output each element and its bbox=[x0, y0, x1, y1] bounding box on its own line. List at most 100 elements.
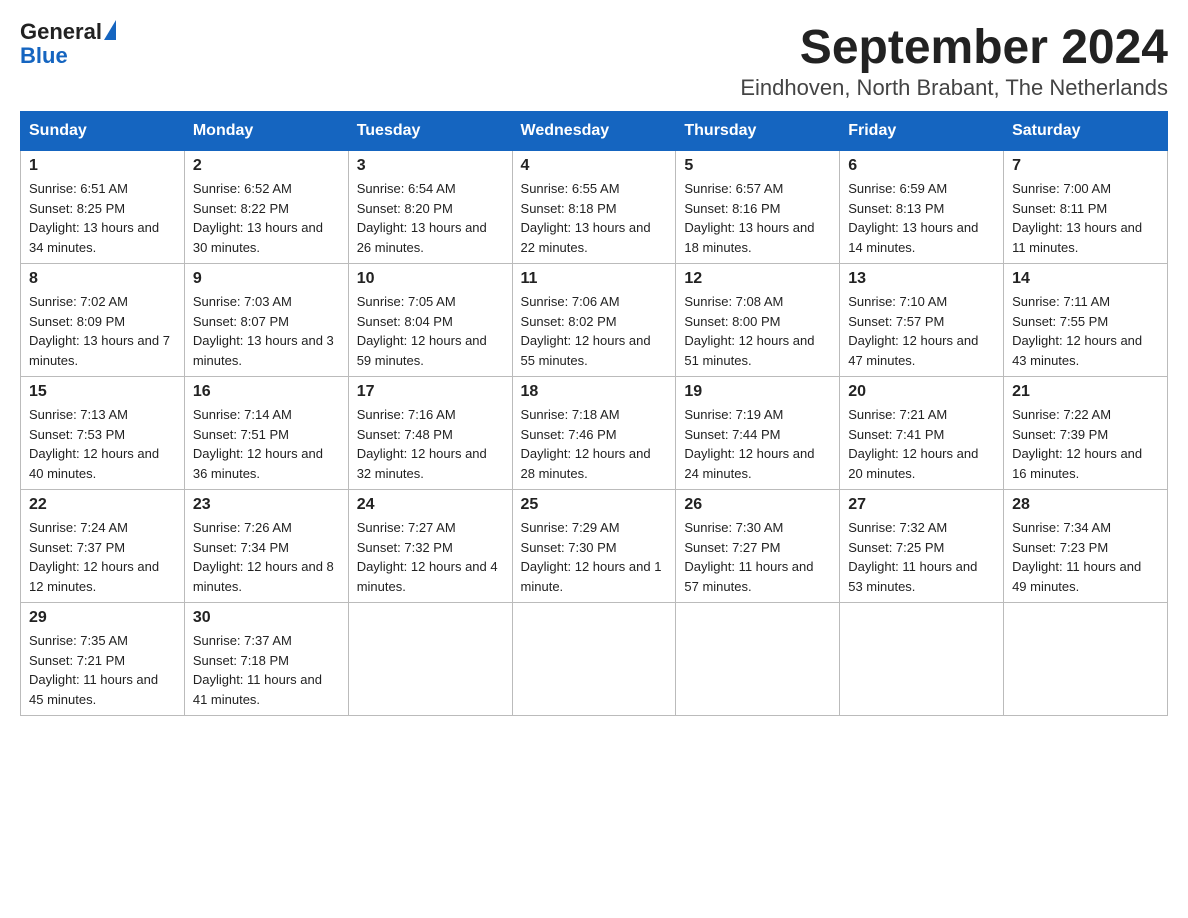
day-number: 27 bbox=[848, 496, 995, 514]
day-number: 20 bbox=[848, 383, 995, 401]
sunrise-label: Sunrise: 7:08 AM bbox=[684, 294, 783, 309]
day-info: Sunrise: 7:00 AM Sunset: 8:11 PM Dayligh… bbox=[1012, 179, 1159, 257]
day-number: 8 bbox=[29, 270, 176, 288]
day-number: 25 bbox=[521, 496, 668, 514]
calendar-day-cell: 11 Sunrise: 7:06 AM Sunset: 8:02 PM Dayl… bbox=[512, 264, 676, 377]
daylight-label: Daylight: 13 hours and 22 minutes. bbox=[521, 220, 651, 255]
title-area: September 2024 Eindhoven, North Brabant,… bbox=[740, 20, 1168, 101]
calendar-day-cell: 21 Sunrise: 7:22 AM Sunset: 7:39 PM Dayl… bbox=[1004, 377, 1168, 490]
calendar-day-cell: 12 Sunrise: 7:08 AM Sunset: 8:00 PM Dayl… bbox=[676, 264, 840, 377]
day-info: Sunrise: 7:22 AM Sunset: 7:39 PM Dayligh… bbox=[1012, 405, 1159, 483]
daylight-label: Daylight: 13 hours and 3 minutes. bbox=[193, 333, 334, 368]
header: General Blue September 2024 Eindhoven, N… bbox=[20, 20, 1168, 101]
day-number: 2 bbox=[193, 157, 340, 175]
logo-text-blue: Blue bbox=[20, 44, 116, 68]
sunrise-label: Sunrise: 7:03 AM bbox=[193, 294, 292, 309]
sunset-label: Sunset: 8:11 PM bbox=[1012, 201, 1107, 216]
daylight-label: Daylight: 12 hours and 16 minutes. bbox=[1012, 446, 1142, 481]
day-info: Sunrise: 7:02 AM Sunset: 8:09 PM Dayligh… bbox=[29, 292, 176, 370]
sunset-label: Sunset: 8:16 PM bbox=[684, 201, 780, 216]
sunset-label: Sunset: 7:57 PM bbox=[848, 314, 944, 329]
calendar-day-cell bbox=[348, 603, 512, 716]
day-info: Sunrise: 7:30 AM Sunset: 7:27 PM Dayligh… bbox=[684, 518, 831, 596]
sunrise-label: Sunrise: 7:18 AM bbox=[521, 407, 620, 422]
day-info: Sunrise: 7:11 AM Sunset: 7:55 PM Dayligh… bbox=[1012, 292, 1159, 370]
day-number: 16 bbox=[193, 383, 340, 401]
logo-text-general: General bbox=[20, 20, 102, 44]
calendar-header-row: SundayMondayTuesdayWednesdayThursdayFrid… bbox=[21, 112, 1168, 151]
day-info: Sunrise: 7:10 AM Sunset: 7:57 PM Dayligh… bbox=[848, 292, 995, 370]
daylight-label: Daylight: 13 hours and 18 minutes. bbox=[684, 220, 814, 255]
daylight-label: Daylight: 11 hours and 57 minutes. bbox=[684, 559, 813, 594]
calendar-day-cell: 3 Sunrise: 6:54 AM Sunset: 8:20 PM Dayli… bbox=[348, 151, 512, 264]
day-number: 3 bbox=[357, 157, 504, 175]
sunset-label: Sunset: 7:30 PM bbox=[521, 540, 617, 555]
sunset-label: Sunset: 7:34 PM bbox=[193, 540, 289, 555]
calendar-day-cell: 24 Sunrise: 7:27 AM Sunset: 7:32 PM Dayl… bbox=[348, 490, 512, 603]
calendar-day-cell: 27 Sunrise: 7:32 AM Sunset: 7:25 PM Dayl… bbox=[840, 490, 1004, 603]
calendar-day-cell: 2 Sunrise: 6:52 AM Sunset: 8:22 PM Dayli… bbox=[184, 151, 348, 264]
sunrise-label: Sunrise: 7:05 AM bbox=[357, 294, 456, 309]
day-number: 23 bbox=[193, 496, 340, 514]
calendar-week-row: 1 Sunrise: 6:51 AM Sunset: 8:25 PM Dayli… bbox=[21, 151, 1168, 264]
daylight-label: Daylight: 12 hours and 43 minutes. bbox=[1012, 333, 1142, 368]
calendar-day-cell: 6 Sunrise: 6:59 AM Sunset: 8:13 PM Dayli… bbox=[840, 151, 1004, 264]
sunrise-label: Sunrise: 7:24 AM bbox=[29, 520, 128, 535]
calendar-table: SundayMondayTuesdayWednesdayThursdayFrid… bbox=[20, 111, 1168, 716]
sunset-label: Sunset: 7:23 PM bbox=[1012, 540, 1108, 555]
daylight-label: Daylight: 13 hours and 11 minutes. bbox=[1012, 220, 1142, 255]
daylight-label: Daylight: 13 hours and 34 minutes. bbox=[29, 220, 159, 255]
day-number: 24 bbox=[357, 496, 504, 514]
calendar-day-cell: 18 Sunrise: 7:18 AM Sunset: 7:46 PM Dayl… bbox=[512, 377, 676, 490]
calendar-day-cell: 29 Sunrise: 7:35 AM Sunset: 7:21 PM Dayl… bbox=[21, 603, 185, 716]
daylight-label: Daylight: 12 hours and 4 minutes. bbox=[357, 559, 498, 594]
day-info: Sunrise: 7:16 AM Sunset: 7:48 PM Dayligh… bbox=[357, 405, 504, 483]
location-title: Eindhoven, North Brabant, The Netherland… bbox=[740, 75, 1168, 101]
calendar-day-cell: 13 Sunrise: 7:10 AM Sunset: 7:57 PM Dayl… bbox=[840, 264, 1004, 377]
daylight-label: Daylight: 12 hours and 51 minutes. bbox=[684, 333, 814, 368]
calendar-week-row: 15 Sunrise: 7:13 AM Sunset: 7:53 PM Dayl… bbox=[21, 377, 1168, 490]
calendar-day-cell: 23 Sunrise: 7:26 AM Sunset: 7:34 PM Dayl… bbox=[184, 490, 348, 603]
sunset-label: Sunset: 7:53 PM bbox=[29, 427, 125, 442]
day-number: 11 bbox=[521, 270, 668, 288]
day-number: 10 bbox=[357, 270, 504, 288]
day-number: 6 bbox=[848, 157, 995, 175]
calendar-day-cell bbox=[1004, 603, 1168, 716]
calendar-day-cell: 8 Sunrise: 7:02 AM Sunset: 8:09 PM Dayli… bbox=[21, 264, 185, 377]
sunset-label: Sunset: 8:20 PM bbox=[357, 201, 453, 216]
sunset-label: Sunset: 7:51 PM bbox=[193, 427, 289, 442]
sunset-label: Sunset: 8:13 PM bbox=[848, 201, 944, 216]
sunset-label: Sunset: 8:09 PM bbox=[29, 314, 125, 329]
day-number: 9 bbox=[193, 270, 340, 288]
day-number: 22 bbox=[29, 496, 176, 514]
sunrise-label: Sunrise: 7:02 AM bbox=[29, 294, 128, 309]
daylight-label: Daylight: 12 hours and 20 minutes. bbox=[848, 446, 978, 481]
calendar-day-cell: 1 Sunrise: 6:51 AM Sunset: 8:25 PM Dayli… bbox=[21, 151, 185, 264]
day-number: 5 bbox=[684, 157, 831, 175]
day-number: 21 bbox=[1012, 383, 1159, 401]
sunrise-label: Sunrise: 6:59 AM bbox=[848, 181, 947, 196]
calendar-day-cell: 14 Sunrise: 7:11 AM Sunset: 7:55 PM Dayl… bbox=[1004, 264, 1168, 377]
calendar-day-cell: 10 Sunrise: 7:05 AM Sunset: 8:04 PM Dayl… bbox=[348, 264, 512, 377]
daylight-label: Daylight: 13 hours and 7 minutes. bbox=[29, 333, 170, 368]
day-info: Sunrise: 7:06 AM Sunset: 8:02 PM Dayligh… bbox=[521, 292, 668, 370]
day-info: Sunrise: 7:35 AM Sunset: 7:21 PM Dayligh… bbox=[29, 631, 176, 709]
day-info: Sunrise: 6:57 AM Sunset: 8:16 PM Dayligh… bbox=[684, 179, 831, 257]
sunset-label: Sunset: 7:25 PM bbox=[848, 540, 944, 555]
day-info: Sunrise: 6:55 AM Sunset: 8:18 PM Dayligh… bbox=[521, 179, 668, 257]
calendar-day-cell: 30 Sunrise: 7:37 AM Sunset: 7:18 PM Dayl… bbox=[184, 603, 348, 716]
daylight-label: Daylight: 11 hours and 49 minutes. bbox=[1012, 559, 1141, 594]
day-of-week-header-monday: Monday bbox=[184, 112, 348, 151]
sunrise-label: Sunrise: 6:52 AM bbox=[193, 181, 292, 196]
sunset-label: Sunset: 7:39 PM bbox=[1012, 427, 1108, 442]
calendar-day-cell: 9 Sunrise: 7:03 AM Sunset: 8:07 PM Dayli… bbox=[184, 264, 348, 377]
calendar-week-row: 22 Sunrise: 7:24 AM Sunset: 7:37 PM Dayl… bbox=[21, 490, 1168, 603]
calendar-day-cell: 19 Sunrise: 7:19 AM Sunset: 7:44 PM Dayl… bbox=[676, 377, 840, 490]
day-number: 28 bbox=[1012, 496, 1159, 514]
daylight-label: Daylight: 11 hours and 53 minutes. bbox=[848, 559, 977, 594]
day-info: Sunrise: 7:13 AM Sunset: 7:53 PM Dayligh… bbox=[29, 405, 176, 483]
day-info: Sunrise: 6:54 AM Sunset: 8:20 PM Dayligh… bbox=[357, 179, 504, 257]
day-of-week-header-saturday: Saturday bbox=[1004, 112, 1168, 151]
day-number: 13 bbox=[848, 270, 995, 288]
day-info: Sunrise: 7:14 AM Sunset: 7:51 PM Dayligh… bbox=[193, 405, 340, 483]
